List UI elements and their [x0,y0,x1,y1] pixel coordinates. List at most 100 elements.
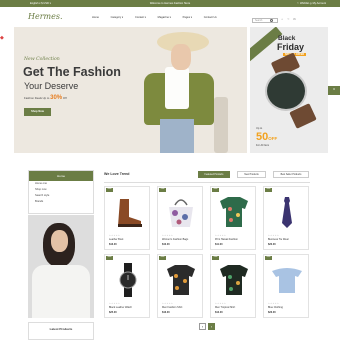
model-face [51,230,68,252]
product-card[interactable]: New ★★★★★ Business Tie Wear $20.00 [263,186,309,250]
promo-upto: Up to [256,127,263,130]
product-name[interactable]: Men Fashion Shirt [162,306,182,309]
site-header: Hermes. Home Category ▾ Contact ▾ Magazi… [0,7,340,27]
main-nav: Home Category ▾ Contact ▾ Magazine ▾ Pag… [92,16,228,19]
product-price: $23.00 [268,311,276,314]
promo-discount: 50OFF [256,131,277,143]
nav-home[interactable]: Home [92,16,99,19]
product-badge: Sale [212,256,219,260]
user-icon[interactable]: ☺ [281,19,283,21]
product-card[interactable]: New ★★★★★ Blue Clothing $23.00 [263,254,309,318]
sidebar-item[interactable]: Brands [29,199,93,205]
hero-discount: Fashion Deals Up to 30% Off [24,95,67,101]
promo-note: For All Item [256,144,270,147]
product-name[interactable]: Business Tie Wear [268,238,289,241]
product-badge: New [106,256,113,260]
hero-subtitle: New Collection [24,57,60,62]
watch-image [119,263,137,297]
search-icon[interactable] [270,18,273,22]
promo-value-suffix: OFF [268,136,278,141]
product-price: $11.00 [215,243,223,246]
tie-image [282,197,292,228]
product-badge: New [159,256,166,260]
rating-stars: ★★★★★ [109,235,121,237]
product-name[interactable]: Men Tropical Shirt [215,306,235,309]
nav-magazine[interactable]: Magazine ▾ [158,16,171,19]
product-price: $16.00 [162,311,170,314]
product-name[interactable]: Blue Clothing [268,306,283,309]
product-price: $10.00 [162,243,170,246]
prev-page-button[interactable]: ‹ [199,323,206,330]
nav-category[interactable]: Category ▾ [111,16,124,19]
tab-featured[interactable]: Featured Products [198,171,230,178]
sidebar-banner-image[interactable] [28,215,94,318]
product-card[interactable]: Sale ★★★★★ Men Tropical Shirt $12.00 [210,254,256,318]
section-divider [104,182,310,183]
promo-line1: Black [278,35,296,42]
rating-stars: ★★★★★ [268,303,280,305]
product-name[interactable]: Women's Fashion Bags [162,238,188,241]
product-name[interactable]: Print Hawaii Fashion [215,238,238,241]
hero-title-line2: Your Deserve [24,81,79,91]
product-badge: Sale [159,188,166,192]
shirt-image [167,265,195,295]
nav-contact[interactable]: Contact ▾ [135,16,146,19]
top-bar: English ▾ $ USD ▾ Welcome to Hermes Fash… [0,0,340,7]
product-price: $12.00 [215,311,223,314]
product-badge: New [106,188,113,192]
tab-new[interactable]: New Products [237,171,266,178]
watch-image [265,71,307,111]
tab-best-seller[interactable]: Best Seller Products [273,171,309,178]
sidebar-menu: Home Home one Shop now Search style Bran… [28,170,94,214]
nav-pages[interactable]: Pages ▾ [183,16,192,19]
product-name[interactable]: Black Leather Watch [109,306,132,309]
next-page-button[interactable]: › [208,323,215,330]
heart-icon[interactable]: ♡ [287,19,289,21]
product-card[interactable]: New ★★★★★ Print Hawaii Fashion $11.00 [210,186,256,250]
cart-icon[interactable]: ⊡ [293,19,295,21]
product-badge: New [265,256,272,260]
product-card[interactable]: New ★★★★★ Leather Boot $13.00 [104,186,150,250]
rating-stars: ★★★★★ [215,303,227,305]
product-card[interactable]: New ★★★★★ Black Leather Watch $25.00 [104,254,150,318]
site-logo[interactable]: Hermes. [28,12,63,21]
tropical-shirt-image [220,265,248,295]
product-badge: New [212,188,219,192]
model-jeans-image [160,119,194,153]
side-cart-icon[interactable]: ⊡ [328,86,340,95]
model-face-image [171,44,191,70]
product-price: $25.00 [109,311,117,314]
boot-image [118,199,142,227]
promo-value: 50 [256,131,269,143]
search-input[interactable]: Search [252,18,278,23]
promo-banner[interactable]: Black Friday SPECIAL OFFER Up to 50OFF F… [250,27,328,153]
hawaii-shirt-image [220,197,248,227]
product-name[interactable]: Leather Boot [109,238,123,241]
account-links[interactable]: ♡ Wishlist ◎ My Account [297,0,326,7]
rating-stars: ★★★★★ [109,303,121,305]
plant-pot-image [214,97,228,153]
rating-stars: ★★★★★ [215,235,227,237]
nav-contact-us[interactable]: Contact Us [204,16,217,19]
product-price: $20.00 [268,243,276,246]
hero-discount-value: 30% [50,95,63,101]
trend-title: We Love Trend [104,172,130,176]
hero-discount-prefix: Fashion Deals Up to [24,96,50,100]
hero-banner: New Collection Get The Fashion Your Dese… [14,27,247,153]
shop-now-button[interactable]: Shop Now [24,108,51,116]
product-card[interactable]: Sale ★★★★★ Women's Fashion Bags $10.00 [157,186,203,250]
sidebar-title: Home [29,171,93,181]
product-badge: New [265,188,272,192]
product-price: $13.00 [109,243,117,246]
hero-title: Get The Fashion [23,65,121,79]
hero-discount-suffix: Off [62,96,67,100]
bookmark-icon[interactable]: ◆ [0,36,5,41]
welcome-message: Welcome to Hermes Fashion Store [149,2,191,5]
product-card[interactable]: New ★★★★★ Men Fashion Shirt $16.00 [157,254,203,318]
rating-stars: ★★★★★ [162,303,174,305]
promo-line2: Friday [277,42,305,52]
bag-image [169,199,193,227]
model-dress [32,265,90,318]
rating-stars: ★★★★★ [162,235,174,237]
rating-stars: ★★★★★ [268,235,280,237]
